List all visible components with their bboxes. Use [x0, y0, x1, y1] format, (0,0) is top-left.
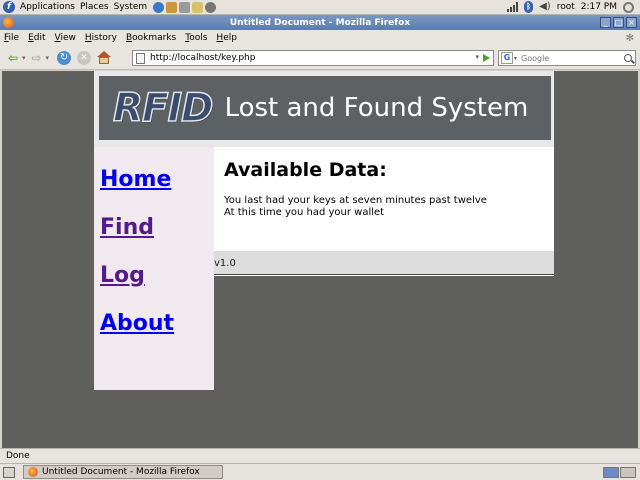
back-arrow-icon[interactable]: ⇦ [6, 51, 20, 65]
nav-link-about[interactable]: About [100, 311, 214, 338]
mail-launcher-icon[interactable] [166, 1, 178, 13]
search-input[interactable] [521, 53, 622, 63]
window-titlebar[interactable]: Untitled Document - Mozilla Firefox _ □ … [0, 15, 640, 30]
url-input[interactable] [150, 53, 470, 63]
navigation-toolbar: ⇦ ▾ ⇨ ▾ ↻ ✕ ▾ G ▾ [0, 46, 640, 70]
wallet-text: At this time you had your wallet [224, 207, 385, 218]
page-icon [136, 52, 145, 64]
menu-help[interactable]: Help [216, 33, 237, 43]
workspace-1[interactable] [603, 466, 619, 478]
applications-menu[interactable]: Applications [20, 2, 75, 12]
url-history-dropdown-icon[interactable]: ▾ [475, 53, 479, 61]
throbber-icon: ✻ [625, 32, 634, 44]
panel-tray: ᛒ ◀) root 2:17 PM [507, 1, 634, 13]
site-banner: RFID Lost and Found System [99, 76, 551, 140]
reload-icon[interactable]: ↻ [57, 50, 72, 65]
firefox-icon[interactable] [3, 17, 14, 28]
panel-launchers [153, 1, 217, 13]
firefox-icon [28, 467, 38, 477]
stop-icon[interactable]: ✕ [77, 50, 92, 65]
workspace-switcher [603, 466, 636, 478]
rfid-logo: RFID [112, 85, 214, 132]
site-footer: v1.0 [214, 251, 554, 275]
editor-launcher-icon[interactable] [179, 1, 191, 13]
window-controls: _ □ × [600, 17, 637, 28]
site-header: RFID Lost and Found System [94, 71, 554, 147]
version-label: v1.0 [214, 258, 236, 269]
volume-icon[interactable]: ◀) [539, 2, 551, 12]
status-bar: Done [0, 448, 640, 463]
nav-link-log[interactable]: Log [100, 263, 214, 290]
top-panel: f Applications Places System ᛒ ◀) root 2… [0, 0, 640, 15]
menu-view[interactable]: View [55, 33, 76, 43]
nav-link-find[interactable]: Find [100, 215, 214, 242]
taskbar-window-button[interactable]: Untitled Document - Mozilla Firefox [23, 465, 223, 479]
search-bar[interactable]: G ▾ [498, 50, 636, 66]
bottom-taskbar: Untitled Document - Mozilla Firefox [0, 463, 640, 480]
camera-launcher-icon[interactable] [205, 1, 217, 13]
browser-launcher-icon[interactable] [153, 1, 165, 13]
notes-launcher-icon[interactable] [192, 1, 204, 13]
system-menu[interactable]: System [114, 2, 148, 12]
window-title: Untitled Document - Mozilla Firefox [229, 17, 411, 28]
menu-tools[interactable]: Tools [185, 33, 207, 43]
nav-link-home[interactable]: Home [100, 167, 214, 194]
show-desktop-icon[interactable] [3, 466, 15, 478]
url-bar[interactable]: ▾ [132, 50, 494, 66]
menu-edit[interactable]: Edit [28, 33, 45, 43]
search-icon[interactable] [624, 54, 632, 62]
site-sidebar: Home Find Log About [94, 147, 214, 390]
menu-history[interactable]: History [85, 33, 117, 43]
main-content: Available Data: You last had your keys a… [214, 147, 554, 251]
menu-file[interactable]: File [4, 33, 19, 43]
network-signal-icon[interactable] [507, 2, 519, 12]
minimize-button[interactable]: _ [600, 17, 611, 28]
go-arrow-icon[interactable] [483, 54, 490, 62]
back-history-dropdown-icon[interactable]: ▾ [22, 54, 26, 62]
power-icon[interactable] [623, 1, 634, 13]
menu-bar: File Edit View History Bookmarks Tools H… [0, 30, 640, 46]
gnome-foot-icon[interactable]: f [3, 1, 15, 13]
status-text: Done [6, 451, 30, 461]
maximize-button[interactable]: □ [613, 17, 624, 28]
menu-bookmarks[interactable]: Bookmarks [126, 33, 176, 43]
forward-arrow-icon[interactable]: ⇨ [30, 51, 44, 65]
places-menu[interactable]: Places [80, 2, 109, 12]
site-title: Lost and Found System [224, 93, 529, 123]
engine-dropdown-icon[interactable]: ▾ [514, 55, 517, 62]
workspace-2[interactable] [620, 466, 636, 478]
page-viewport: RFID Lost and Found System Available Dat… [2, 71, 638, 448]
keys-time-text: You last had your keys at seven minutes … [224, 195, 487, 206]
clock[interactable]: 2:17 PM [581, 2, 617, 12]
home-icon[interactable] [97, 50, 112, 65]
user-name[interactable]: root [557, 2, 575, 12]
bluetooth-icon[interactable]: ᛒ [524, 1, 534, 13]
close-button[interactable]: × [626, 17, 637, 28]
google-engine-icon[interactable]: G [501, 52, 513, 64]
content-heading: Available Data: [224, 159, 387, 181]
forward-history-dropdown-icon[interactable]: ▾ [46, 54, 50, 62]
taskbar-window-label: Untitled Document - Mozilla Firefox [42, 467, 200, 477]
